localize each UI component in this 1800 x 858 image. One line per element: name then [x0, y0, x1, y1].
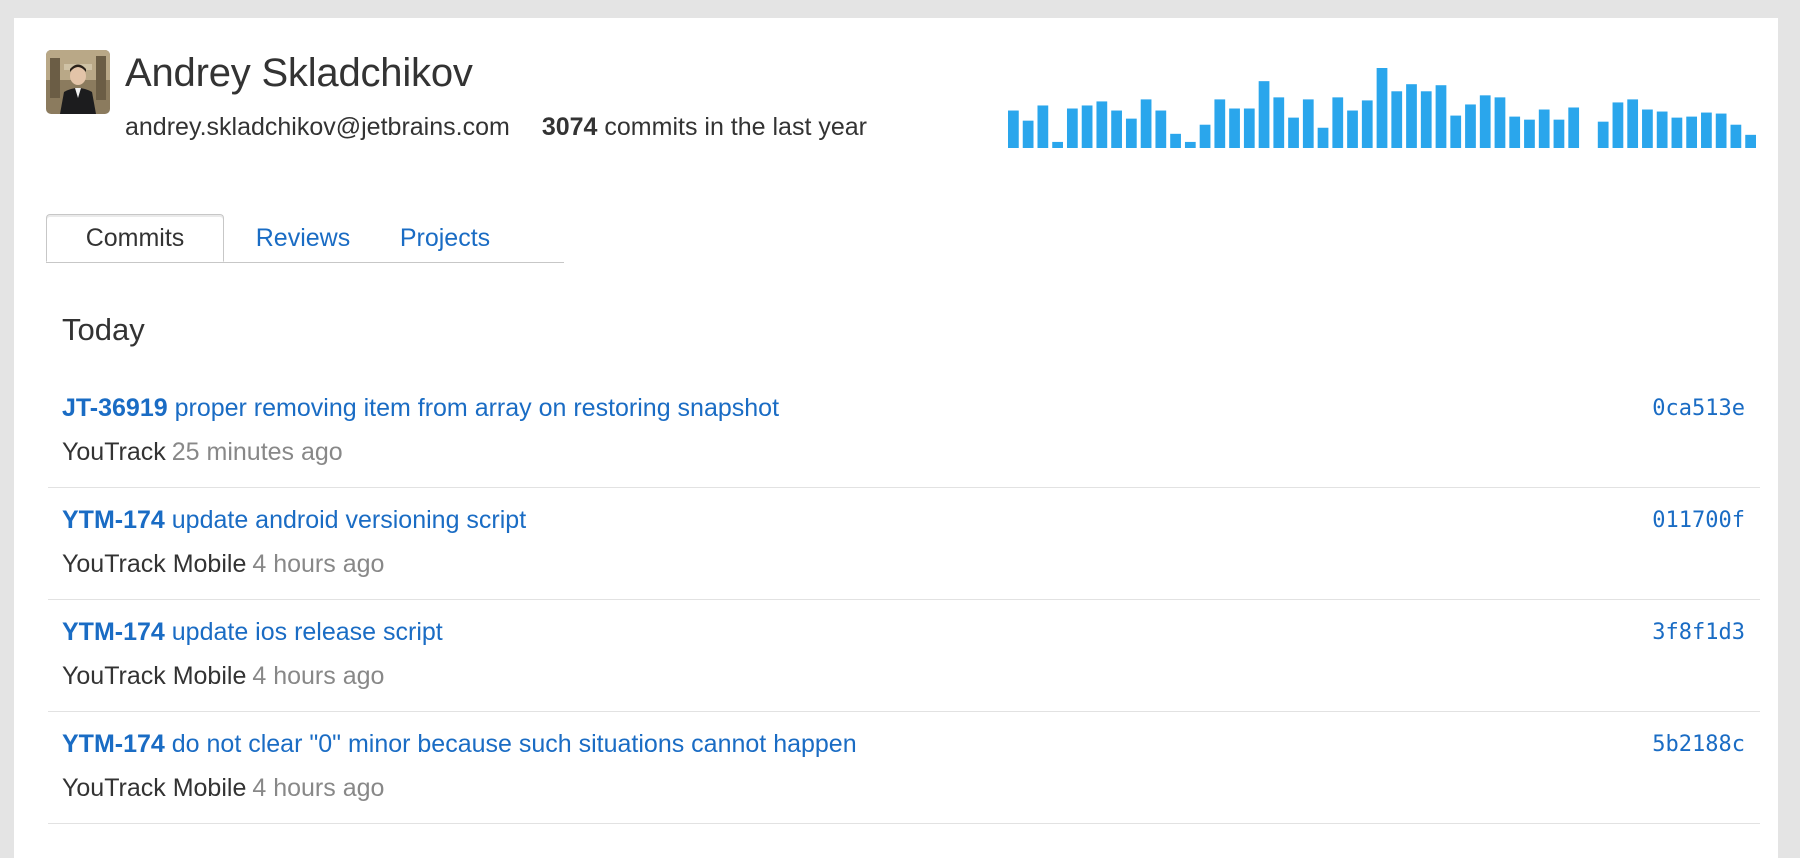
commit-project: YouTrack Mobile [62, 774, 247, 802]
avatar[interactable] [46, 50, 110, 114]
activity-bar[interactable] [1361, 100, 1373, 148]
activity-bar[interactable] [1376, 68, 1388, 148]
commit-time: 4 hours ago [252, 774, 385, 802]
activity-bar[interactable] [1524, 119, 1535, 148]
commit-info: YouTrack 25 minutes ago [62, 438, 343, 467]
commit-time: 25 minutes ago [171, 438, 343, 466]
commit-row: YTM-174 update ios release script 3f8f1d… [48, 600, 1760, 712]
user-email[interactable]: andrey.skladchikov@jetbrains.com [125, 113, 510, 141]
activity-bar[interactable] [1435, 85, 1447, 148]
activity-bar[interactable] [1184, 141, 1196, 148]
profile-card: Andrey Skladchikov andrey.skladchikov@je… [14, 18, 1778, 858]
activity-bar[interactable] [1229, 108, 1240, 148]
tab-bar: Commits Reviews Projects [46, 214, 564, 263]
commit-project: YouTrack [62, 438, 166, 466]
activity-bar[interactable] [1140, 99, 1152, 148]
commit-message[interactable]: do not clear "0" minor because such situ… [172, 730, 857, 758]
activity-bar[interactable] [1022, 120, 1034, 148]
activity-bar[interactable] [1745, 134, 1756, 148]
activity-bar[interactable] [1214, 99, 1226, 148]
tab-reviews[interactable]: Reviews [241, 214, 365, 262]
activity-bar[interactable] [1420, 91, 1432, 148]
commit-info: YouTrack Mobile 4 hours ago [62, 774, 384, 803]
commit-issue-link[interactable]: YTM-174 [62, 618, 165, 646]
activity-bar[interactable] [1568, 107, 1580, 148]
activity-bar[interactable] [1155, 110, 1167, 148]
activity-bar[interactable] [1347, 110, 1358, 148]
commit-info: YouTrack Mobile 4 hours ago [62, 662, 384, 691]
commit-count-label: commits in the last year [604, 113, 867, 141]
user-meta: andrey.skladchikov@jetbrains.com 3074 com… [125, 113, 867, 142]
activity-chart [1008, 68, 1756, 148]
activity-bar[interactable] [1258, 81, 1270, 148]
commit-hash-link[interactable]: 0ca513e [1652, 396, 1745, 421]
commit-count: 3074 [541, 113, 598, 141]
activity-bar[interactable] [1538, 109, 1550, 148]
activity-bar[interactable] [1170, 133, 1181, 148]
activity-bar[interactable] [1715, 113, 1727, 148]
commit-message[interactable]: proper removing item from array on resto… [175, 394, 779, 422]
tab-commits[interactable]: Commits [46, 214, 224, 262]
commit-title[interactable]: YTM-174 update ios release script [62, 618, 443, 647]
activity-bar[interactable] [1597, 121, 1609, 148]
activity-bar[interactable] [1509, 116, 1521, 148]
tab-projects[interactable]: Projects [382, 214, 508, 262]
activity-bar[interactable] [1730, 124, 1742, 148]
activity-bar[interactable] [1037, 105, 1049, 148]
commit-hash-link[interactable]: 3f8f1d3 [1652, 620, 1745, 645]
commit-hash-link[interactable]: 011700f [1652, 508, 1745, 533]
activity-bar[interactable] [1317, 127, 1329, 148]
commit-issue-link[interactable]: JT-36919 [62, 394, 168, 422]
activity-bar[interactable] [1686, 116, 1698, 148]
activity-bar[interactable] [1642, 109, 1653, 148]
activity-bar[interactable] [1479, 95, 1491, 148]
commit-title[interactable]: YTM-174 do not clear "0" minor because s… [62, 730, 857, 759]
activity-bar[interactable] [1052, 141, 1063, 148]
activity-bar[interactable] [1111, 110, 1122, 148]
commit-hash-link[interactable]: 5b2188c [1652, 732, 1745, 757]
section-title: Today [62, 312, 145, 347]
commit-title[interactable]: YTM-174 update android versioning script [62, 506, 526, 535]
activity-bar[interactable] [1450, 115, 1462, 148]
activity-bar[interactable] [1096, 101, 1108, 148]
activity-bar[interactable] [1288, 117, 1299, 148]
commit-message[interactable]: update ios release script [172, 618, 443, 646]
commit-issue-link[interactable]: YTM-174 [62, 730, 165, 758]
activity-bar[interactable] [1199, 124, 1211, 148]
commit-row: YTM-174 do not clear "0" minor because s… [48, 712, 1760, 824]
activity-bar[interactable] [1627, 99, 1639, 148]
commit-info: YouTrack Mobile 4 hours ago [62, 550, 384, 579]
activity-bar[interactable] [1066, 108, 1078, 148]
commit-row: JT-36919 proper removing item from array… [48, 376, 1760, 488]
commit-issue-link[interactable]: YTM-174 [62, 506, 165, 534]
commit-message[interactable]: update android versioning script [172, 506, 526, 534]
activity-bar[interactable] [1494, 97, 1506, 148]
commit-row: YTM-174 update android versioning script… [48, 488, 1760, 600]
commit-project: YouTrack Mobile [62, 550, 247, 578]
activity-bar[interactable] [1406, 84, 1417, 148]
commit-time: 4 hours ago [252, 550, 385, 578]
activity-bar[interactable] [1553, 119, 1565, 148]
commit-time: 4 hours ago [252, 662, 385, 690]
activity-bar[interactable] [1465, 104, 1476, 148]
activity-bar[interactable] [1612, 102, 1624, 148]
activity-bar[interactable] [1332, 97, 1344, 148]
activity-bar[interactable] [1008, 110, 1019, 148]
activity-bar[interactable] [1671, 117, 1683, 148]
commit-project: YouTrack Mobile [62, 662, 247, 690]
activity-bar[interactable] [1391, 91, 1403, 148]
activity-bar[interactable] [1243, 108, 1255, 148]
activity-bar[interactable] [1125, 118, 1137, 148]
activity-bar[interactable] [1302, 99, 1314, 148]
activity-bar[interactable] [1701, 112, 1712, 148]
activity-bar[interactable] [1081, 105, 1093, 148]
user-name: Andrey Skladchikov [125, 51, 473, 95]
activity-bar[interactable] [1656, 111, 1668, 148]
activity-bar[interactable] [1273, 97, 1285, 148]
commit-title[interactable]: JT-36919 proper removing item from array… [62, 394, 779, 423]
avatar-image [46, 50, 110, 114]
